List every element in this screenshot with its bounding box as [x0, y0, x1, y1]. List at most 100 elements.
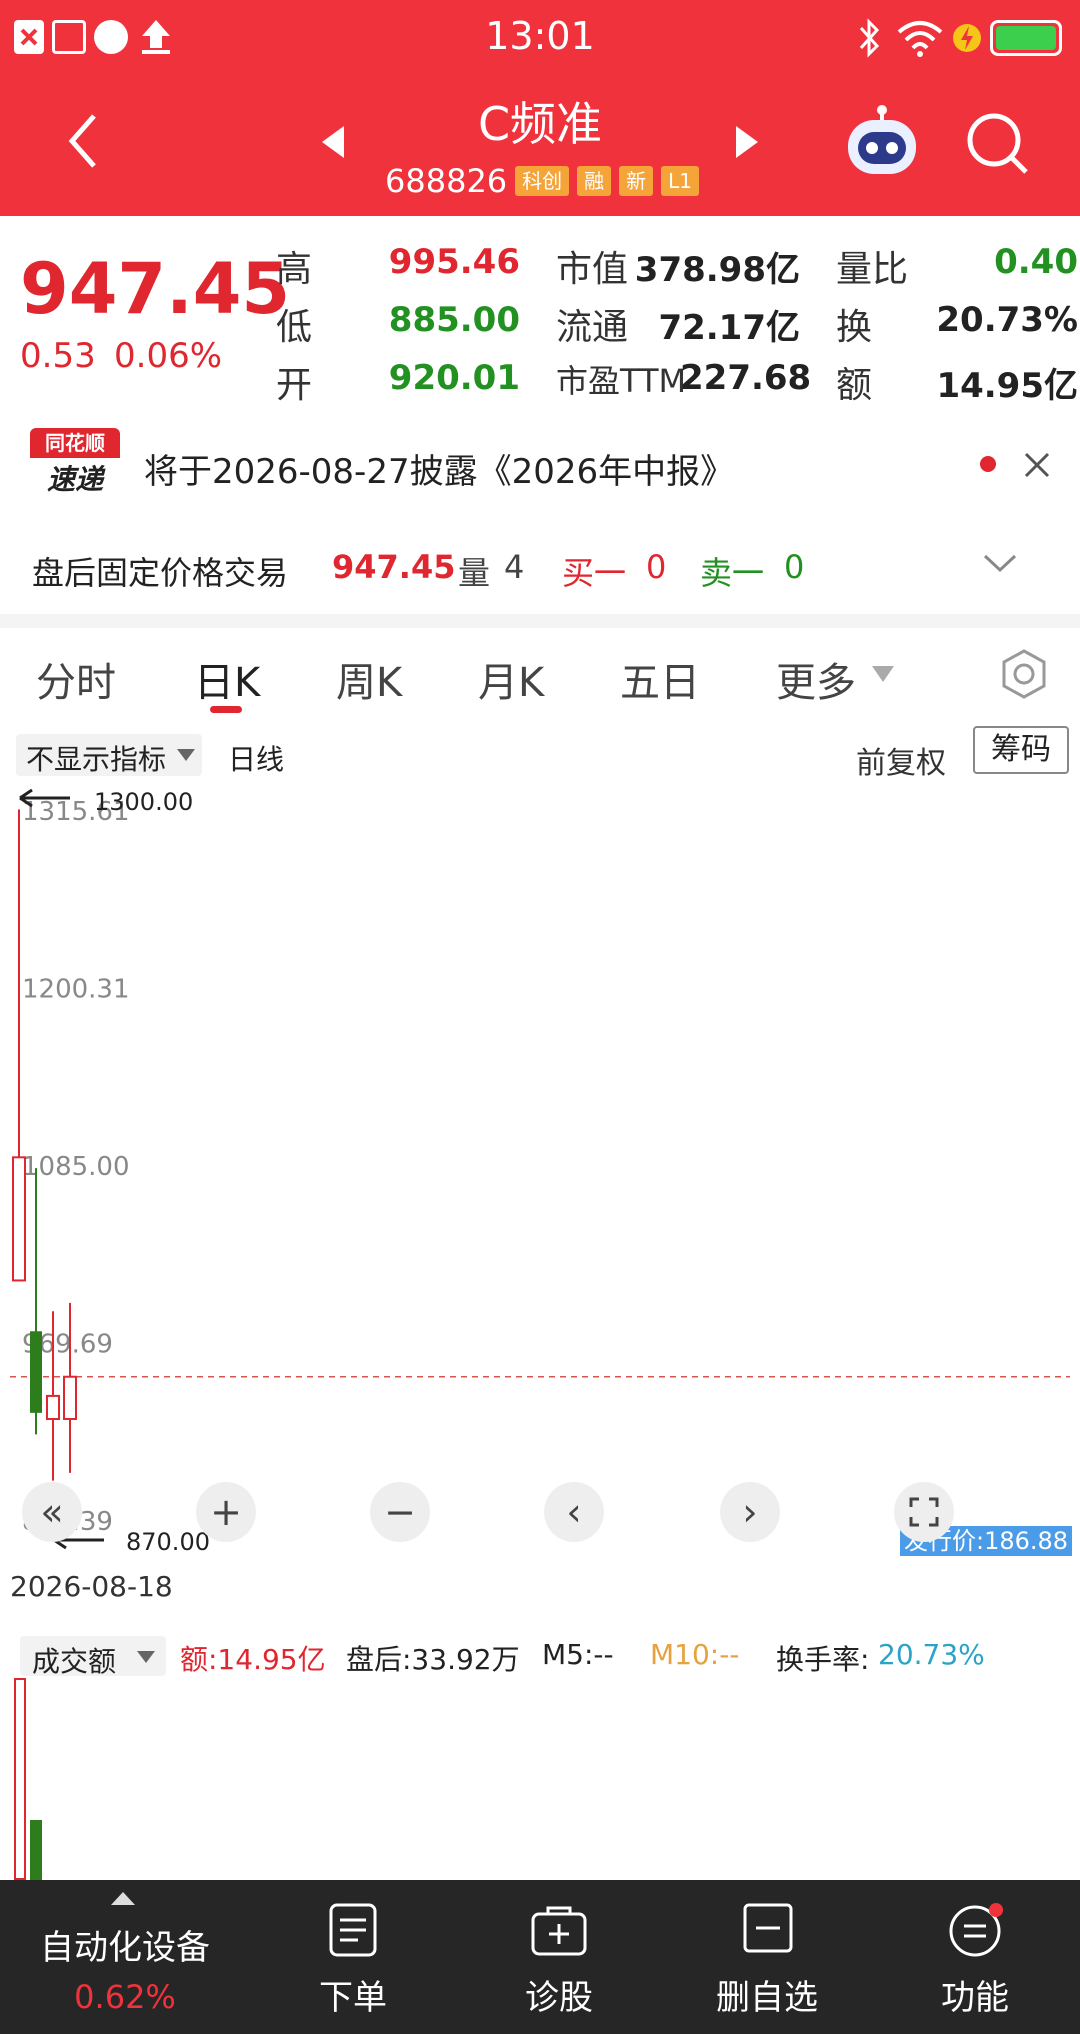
indicator-selector[interactable]: 不显示指标: [16, 734, 202, 776]
scroll-left-icon[interactable]: ‹: [544, 1482, 604, 1542]
after-hours-row[interactable]: 盘后固定价格交易 947.45 量 4 买一 0 卖一 0: [0, 528, 1080, 608]
functions-icon: [949, 1903, 1003, 1957]
settings-icon[interactable]: [998, 648, 1050, 700]
volume-bar-1: [14, 1678, 26, 1880]
price-change-pct: 0.06%: [114, 336, 223, 376]
tab-more[interactable]: 更多: [776, 650, 856, 708]
robot-assistant-icon[interactable]: [842, 104, 922, 180]
functions-label: 功能: [941, 1978, 1009, 2018]
unread-dot: [980, 456, 996, 472]
tag-l1: L1: [661, 166, 700, 196]
volume-bar-2: [30, 1820, 42, 1880]
diagnose-label: 诊股: [525, 1978, 593, 2018]
kline-svg: 1315.611200.311085.00969.69854.39: [10, 797, 1070, 1537]
zoom-out-icon[interactable]: −: [370, 1482, 430, 1542]
sell-one-value: 0: [784, 548, 805, 586]
diagnose-icon: [531, 1906, 587, 1956]
collapse-left-icon[interactable]: «: [22, 1482, 82, 1542]
last-price: 947.45: [20, 248, 291, 330]
chip-button[interactable]: 筹码: [973, 726, 1069, 774]
pe-value: 227.68: [680, 358, 812, 398]
candle: [30, 1168, 42, 1435]
remove-watchlist-label: 删自选: [716, 1978, 818, 2018]
candle: [12, 809, 26, 1282]
functions-button[interactable]: 功能: [900, 1880, 1050, 2034]
after-hours-price: 947.45: [332, 548, 456, 586]
float-value: 72.17亿: [658, 308, 800, 348]
tab-five-day[interactable]: 五日: [620, 650, 700, 708]
volume-indicator-selector[interactable]: 成交额: [20, 1636, 166, 1678]
tab-monthly-k[interactable]: 月K: [478, 650, 544, 708]
open-value: 920.01: [388, 358, 520, 398]
sell-one-label: 卖一: [700, 554, 765, 592]
battery-icon: [990, 20, 1062, 56]
chevron-down-icon[interactable]: [982, 552, 1018, 576]
y-tick-label: 1200.31: [22, 974, 130, 1004]
line-type-label: 日线: [228, 743, 285, 776]
buy-one-value: 0: [646, 548, 667, 586]
volratio-value: 0.40: [994, 242, 1078, 282]
y-tick-label: 1085.00: [22, 1152, 130, 1182]
diagnose-button[interactable]: 诊股: [484, 1880, 634, 2034]
after-hours-vol: 4: [504, 548, 525, 586]
order-label: 下单: [319, 1978, 387, 2018]
dropdown-triangle-icon: [177, 749, 195, 761]
expand-up-icon[interactable]: [110, 1890, 136, 1906]
stock-code-line: 688826 科创 融 新 L1: [385, 162, 700, 200]
min-price-label: 870.00: [126, 1528, 210, 1556]
kline-chart[interactable]: 1315.611200.311085.00969.69854.39: [0, 780, 1080, 1550]
tag-margin: 融: [577, 166, 612, 196]
remove-watchlist-button[interactable]: 删自选: [692, 1880, 842, 2034]
high-value: 995.46: [388, 242, 520, 282]
after-hours-label: 盘后固定价格交易: [32, 554, 289, 592]
tab-intraday[interactable]: 分时: [36, 650, 116, 708]
after-hours-vol-label: 量: [458, 554, 491, 592]
wifi-icon: [895, 18, 945, 58]
next-stock-icon[interactable]: [732, 122, 762, 162]
m5-value: M5:--: [542, 1638, 614, 1671]
turnover-rate-label: 换手率:: [776, 1643, 870, 1676]
after-hours-amount: 盘后:33.92万: [346, 1643, 520, 1676]
order-icon: [329, 1903, 377, 1957]
close-icon[interactable]: [1020, 448, 1054, 482]
buy-one-label: 买一: [562, 554, 627, 592]
tab-weekly-k[interactable]: 周K: [336, 650, 402, 708]
volume-amount: 额:14.95亿: [180, 1643, 326, 1676]
tab-active-indicator: [210, 706, 242, 713]
tonghuashun-express-logo: 同花顺 速递: [30, 428, 120, 500]
adjust-toggle[interactable]: 前复权: [856, 738, 946, 782]
mktcap-label: 市值: [556, 249, 629, 290]
pe-label: 市盈TTM: [556, 362, 687, 400]
sector-name[interactable]: 自动化设备: [0, 1920, 250, 1969]
turnover-rate-value: 20.73%: [878, 1638, 985, 1671]
tag-new: 新: [619, 166, 654, 196]
zoom-in-icon[interactable]: +: [196, 1482, 256, 1542]
dropdown-triangle-icon-2: [137, 1651, 155, 1663]
mktcap-value: 378.98亿: [634, 250, 800, 290]
tab-daily-k[interactable]: 日K: [194, 650, 260, 708]
low-label: 低: [276, 307, 313, 348]
app-header: 13:01 C频准 688826 科创 融 新 L1: [0, 0, 1080, 216]
remove-watchlist-icon: [743, 1903, 793, 1953]
price-change: 0.53: [20, 336, 96, 376]
fullscreen-icon[interactable]: [894, 1482, 954, 1542]
amount-label: 额: [836, 365, 873, 406]
bluetooth-icon: [855, 18, 883, 58]
high-label: 高: [276, 249, 313, 290]
amount-value: 14.95亿: [936, 366, 1078, 406]
notice-text[interactable]: 将于2026-08-27披露《2026年中报》: [144, 444, 734, 493]
m10-value: M10:--: [650, 1638, 740, 1671]
low-value: 885.00: [388, 300, 520, 340]
tag-kechuang: 科创: [515, 166, 570, 196]
bottom-toolbar: 自动化设备 0.62% 下单 诊股 删自选 功能: [0, 1880, 1080, 2034]
order-button[interactable]: 下单: [278, 1880, 428, 2034]
max-price-label: 1300.00: [94, 788, 194, 816]
float-label: 流通: [556, 307, 629, 348]
scroll-right-icon[interactable]: ›: [720, 1482, 780, 1542]
section-divider: [0, 614, 1080, 628]
volratio-label: 量比: [836, 249, 909, 290]
candle: [63, 1302, 77, 1473]
sector-change: 0.62%: [74, 1978, 176, 2016]
chart-date-label: 2026-08-18: [10, 1570, 173, 1603]
search-icon[interactable]: [962, 108, 1032, 178]
